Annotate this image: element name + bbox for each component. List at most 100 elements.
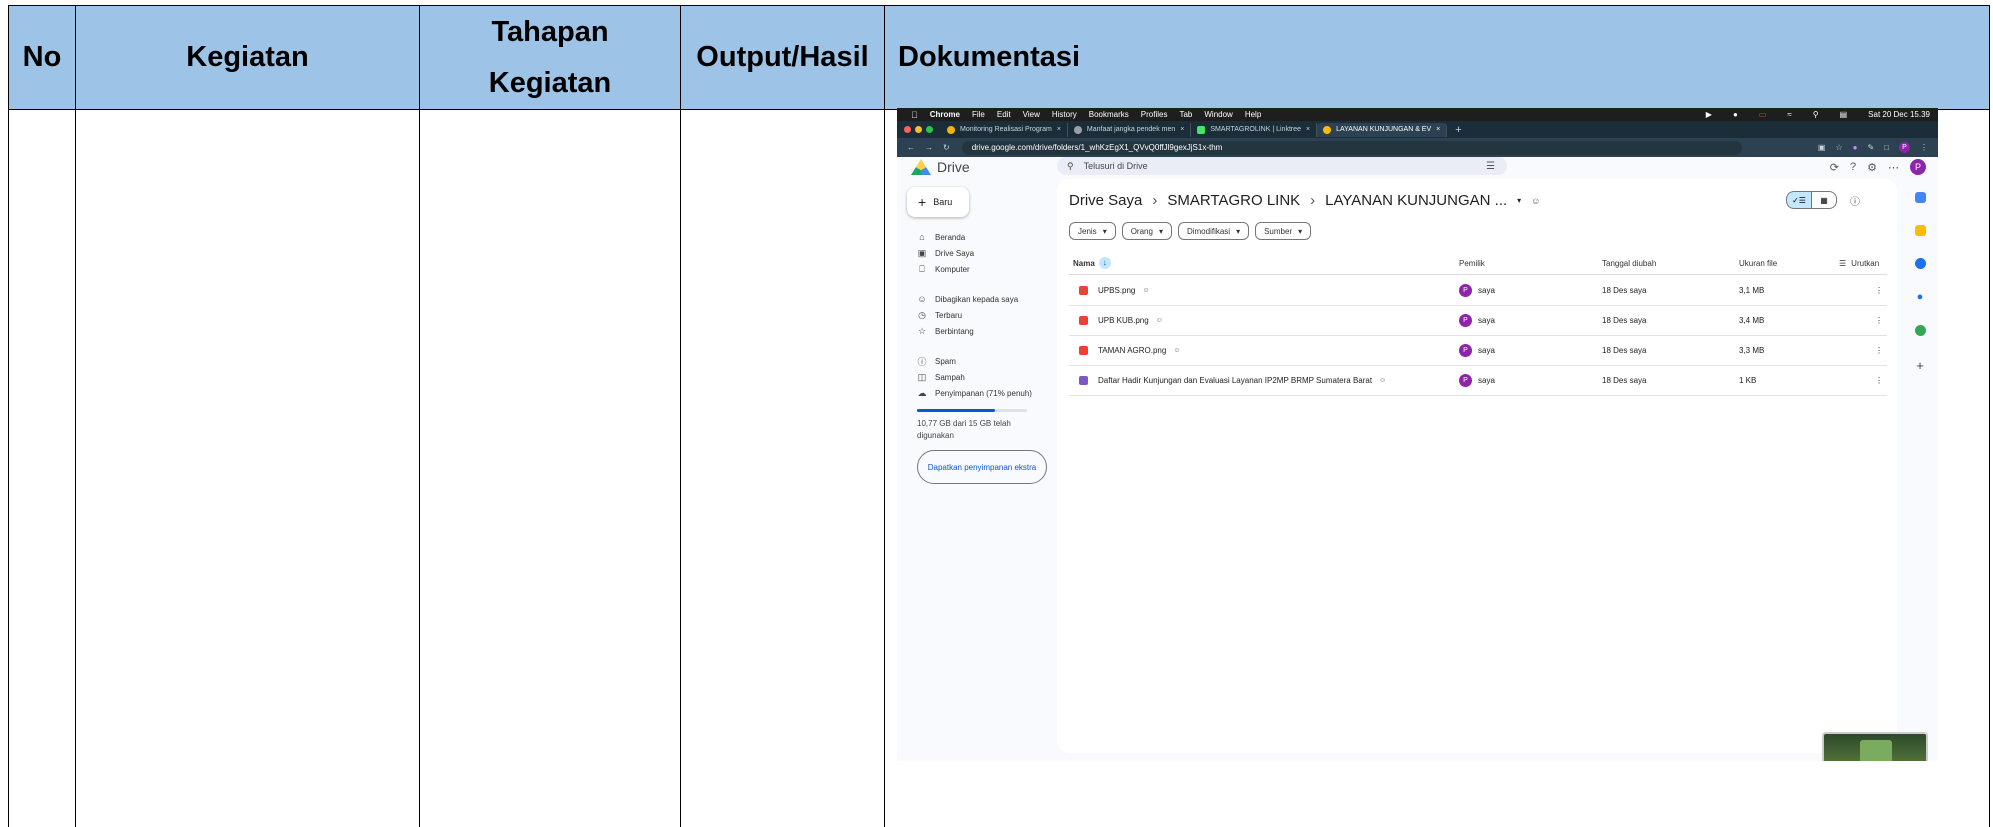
user-icon[interactable]: ● — [1733, 110, 1738, 119]
col-nama[interactable]: Nama ↓ — [1073, 252, 1111, 274]
sidebar-item-penyimpanan[interactable]: ☁ Penyimpanan (71% penuh) — [907, 385, 1042, 401]
close-tab-icon[interactable]: × — [1306, 126, 1310, 133]
table-row[interactable]: UPBS.png ☺ Psaya 18 Des saya 3,1 MB ⋮ — [1069, 275, 1887, 306]
table-row[interactable]: UPB KUB.png ☺ Psaya 18 Des saya 3,4 MB ⋮ — [1069, 305, 1887, 336]
drive-search-input[interactable]: ⚲ Telusuri di Drive ☰ — [1057, 157, 1507, 175]
menu-view[interactable]: View — [1023, 110, 1040, 119]
col-label: Urutkan — [1851, 258, 1880, 268]
more-actions-icon[interactable]: ⋮ — [1875, 305, 1883, 335]
browser-tab[interactable]: SMARTAGROLINK | Linktree × — [1191, 122, 1318, 137]
search-icon: ⚲ — [1067, 160, 1074, 171]
col-pemilik[interactable]: Pemilik — [1459, 252, 1485, 274]
sort-arrow-icon[interactable]: ↓ — [1098, 257, 1111, 269]
menu-profiles[interactable]: Profiles — [1141, 110, 1168, 119]
reload-icon[interactable]: ↻ — [943, 143, 950, 152]
close-tab-icon[interactable]: × — [1180, 126, 1184, 133]
menu-file[interactable]: File — [972, 110, 985, 119]
filter-tune-icon[interactable]: ☰ — [1486, 161, 1495, 172]
close-tab-icon[interactable]: × — [1436, 126, 1440, 133]
apps-grid-icon[interactable]: ⋯ — [1888, 161, 1899, 174]
url-field[interactable]: drive.google.com/drive/folders/1_whKzEgX… — [961, 140, 1742, 155]
chevron-down-icon: ▾ — [1236, 226, 1241, 236]
sidebar-item-komputer[interactable]: ⎕ Komputer — [907, 261, 1042, 277]
puzzle-icon[interactable]: ✎ — [1867, 143, 1874, 152]
browser-tab[interactable]: Manfaat jangka pendek men × — [1068, 122, 1192, 137]
menu-help[interactable]: Help — [1245, 110, 1261, 119]
back-icon[interactable]: ← — [907, 143, 915, 152]
video-thumbnail[interactable] — [1822, 732, 1928, 761]
settings-gear-icon[interactable]: ⚙ — [1867, 161, 1877, 174]
menu-tab[interactable]: Tab — [1179, 110, 1192, 119]
owner-avatar: P — [1459, 313, 1472, 327]
menu-history[interactable]: History — [1052, 110, 1077, 119]
sidebar-item-beranda[interactable]: ⌂ Beranda — [907, 229, 1042, 245]
profile-avatar[interactable]: P — [1899, 142, 1910, 153]
account-avatar[interactable]: P — [1910, 159, 1926, 175]
add-addon-icon[interactable]: + — [1916, 358, 1924, 373]
col-tanggal[interactable]: Tanggal diubah — [1602, 252, 1656, 274]
apple-icon:  — [911, 110, 918, 120]
grid-view-icon[interactable]: ▦ — [1812, 191, 1837, 209]
sidebar-item-drive-saya[interactable]: ▣ Drive Saya — [907, 245, 1042, 261]
sidepanel-icon[interactable]: □ — [1884, 143, 1889, 152]
list-view-icon[interactable]: ✓☰ — [1786, 191, 1812, 209]
filter-chip-dimodifikasi[interactable]: Dimodifikasi ▾ — [1177, 222, 1250, 240]
sidebar-item-dibagikan[interactable]: ☺ Dibagikan kepada saya — [907, 291, 1042, 307]
battery-icon[interactable]: ▭ — [1759, 110, 1767, 119]
wifi-icon[interactable]: ≈ — [1787, 110, 1791, 119]
keep-icon[interactable] — [1914, 225, 1926, 236]
new-button[interactable]: + Baru — [907, 187, 969, 217]
more-actions-icon[interactable]: ⋮ — [1875, 335, 1883, 365]
sidebar-item-berbintang[interactable]: ☆ Berbintang — [907, 323, 1042, 339]
chevron-down-icon: ▾ — [1102, 226, 1107, 236]
menu-window[interactable]: Window — [1204, 110, 1232, 119]
menu-bookmarks[interactable]: Bookmarks — [1089, 110, 1129, 119]
minimize-window-button[interactable] — [915, 126, 922, 133]
calendar-icon[interactable] — [1914, 192, 1926, 203]
info-icon[interactable]: ⓘ — [1843, 192, 1867, 208]
col-urutkan[interactable]: ☰ Urutkan — [1839, 252, 1879, 274]
url-text: drive.google.com/drive/folders/1_whKzEgX… — [971, 143, 1223, 152]
browser-tab-active[interactable]: LAYANAN KUNJUNGAN & EV × — [1317, 122, 1448, 137]
close-window-button[interactable] — [904, 126, 911, 133]
filter-chip-sumber[interactable]: Sumber ▾ — [1255, 222, 1312, 240]
form-file-icon — [1079, 375, 1088, 385]
filter-chip-jenis[interactable]: Jenis ▾ — [1069, 222, 1116, 240]
browser-tab[interactable]: Monitoring Realisasi Program × — [941, 122, 1068, 137]
breadcrumb-item[interactable]: SMARTAGRO LINK — [1167, 192, 1300, 209]
col-ukuran[interactable]: Ukuran file — [1739, 252, 1777, 274]
file-name-cell: TAMAN AGRO.png ☺ — [1079, 335, 1180, 365]
breadcrumb-current[interactable]: LAYANAN KUNJUNGAN ... — [1325, 192, 1507, 209]
file-name-cell: UPB KUB.png ☺ — [1079, 305, 1163, 335]
contacts-icon[interactable]: ● — [1917, 291, 1924, 303]
chevron-down-icon[interactable]: ▾ — [1517, 196, 1521, 205]
more-actions-icon[interactable]: ⋮ — [1875, 275, 1883, 305]
filter-chip-orang[interactable]: Orang ▾ — [1121, 222, 1172, 240]
maximize-window-button[interactable] — [926, 126, 933, 133]
extension-icon[interactable]: ● — [1853, 143, 1858, 152]
bookmark-star-icon[interactable]: ☆ — [1835, 143, 1842, 152]
sidebar-item-terbaru[interactable]: ◷ Terbaru — [907, 307, 1042, 323]
install-icon[interactable]: ▣ — [1818, 143, 1826, 152]
tasks-icon[interactable] — [1914, 258, 1926, 269]
maps-icon[interactable] — [1914, 325, 1926, 336]
close-tab-icon[interactable]: × — [1057, 126, 1061, 133]
table-row[interactable]: TAMAN AGRO.png ☺ Psaya 18 Des saya 3,3 MB… — [1069, 335, 1887, 366]
new-tab-icon[interactable]: + — [1455, 124, 1461, 136]
sidebar-item-label: Dibagikan kepada saya — [935, 294, 1019, 304]
offline-icon[interactable]: ⟳ — [1830, 161, 1839, 174]
sidebar-item-sampah[interactable]: ◫ Sampah — [907, 369, 1042, 385]
sidebar-item-spam[interactable]: ⓘ Spam — [907, 353, 1042, 369]
control-center-icon[interactable]: ▤ — [1840, 110, 1848, 119]
breadcrumb-item[interactable]: Drive Saya — [1069, 192, 1142, 209]
menu-edit[interactable]: Edit — [997, 110, 1011, 119]
play-icon[interactable]: ▶ — [1706, 110, 1712, 119]
search-icon[interactable]: ⚲ — [1813, 110, 1819, 119]
more-actions-icon[interactable]: ⋮ — [1875, 365, 1883, 395]
drive-logo[interactable]: Drive — [911, 159, 970, 175]
get-storage-button[interactable]: Dapatkan penyimpanan ekstra — [917, 450, 1047, 484]
help-icon[interactable]: ? — [1850, 161, 1856, 173]
more-menu-icon[interactable]: ⋮ — [1920, 143, 1928, 152]
forward-icon[interactable]: → — [925, 143, 933, 152]
table-row[interactable]: Daftar Hadir Kunjungan dan Evaluasi Laya… — [1069, 365, 1887, 396]
